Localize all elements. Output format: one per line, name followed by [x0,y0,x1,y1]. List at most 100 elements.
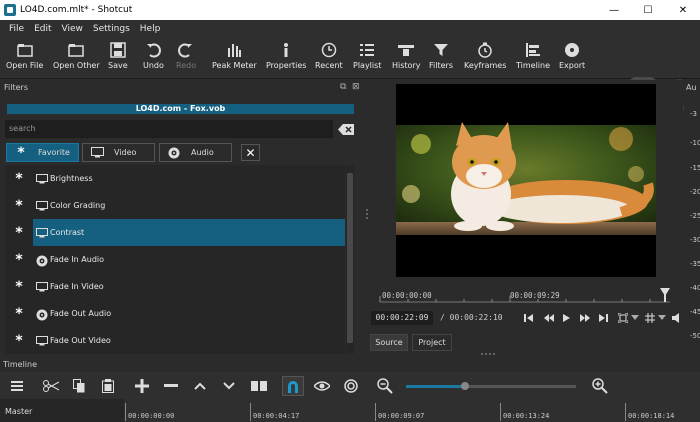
rewind-icon[interactable] [544,313,554,323]
tab-project[interactable]: Project [412,334,452,351]
star-icon[interactable]: * [5,252,33,268]
filter-search-input[interactable]: search [5,120,333,138]
menu-view[interactable]: View [57,24,88,34]
skip-to-start-icon[interactable] [524,313,534,323]
overwrite-icon[interactable] [218,376,240,396]
filters-icon [433,39,449,61]
undo-icon [145,39,162,61]
menu-help[interactable]: Help [135,24,166,34]
chevron-down-icon[interactable] [631,315,639,321]
star-icon[interactable]: * [5,333,33,349]
monitor-icon [36,281,48,292]
fast-forward-icon[interactable] [580,313,590,323]
video-preview[interactable] [396,84,656,277]
list-item[interactable]: * Fade Out Video [5,327,345,354]
panel-splitter[interactable] [365,80,369,354]
chevron-down-icon[interactable] [658,315,666,321]
ruler-label: 00:00:13:24 [503,412,550,420]
paste-icon[interactable] [97,376,119,396]
append-icon[interactable] [131,376,153,396]
redo-button[interactable]: Redo [176,39,196,77]
grid-icon[interactable] [645,313,655,323]
minimize-button[interactable]: — [597,0,631,20]
play-icon[interactable] [562,313,570,323]
timeline-zoom-slider[interactable] [406,382,576,390]
zoom-out-icon[interactable] [374,376,396,396]
save-button[interactable]: Save [108,39,128,77]
star-icon[interactable]: * [5,306,33,322]
ripple-icon[interactable] [340,376,362,396]
open-file-button[interactable]: Open File [6,39,43,77]
star-icon[interactable]: * [5,279,33,295]
zoom-in-icon[interactable] [589,376,611,396]
menu-settings[interactable]: Settings [88,24,135,34]
player-timecode-scale[interactable]: 00:00:00:00 00:00:09:29 [378,288,672,304]
lift-icon[interactable] [189,376,211,396]
playlist-button[interactable]: Playlist [353,39,381,77]
close-button[interactable]: ✕ [666,0,700,20]
menu-file[interactable]: File [4,24,29,34]
tab-video[interactable]: Video [82,143,155,162]
list-item[interactable]: * Fade In Video [5,273,345,300]
timeline-tracks: Master 00:00:00:00 00:00:04:17 00:00:09:… [0,399,700,422]
scrollbar-thumb[interactable] [347,173,353,343]
scale-mid-label: 00:00:09:29 [510,291,560,300]
audio-meter-title: Au [686,83,697,92]
list-item[interactable]: * Fade Out Audio [5,300,345,327]
keyframes-button[interactable]: Keyframes [464,39,506,77]
volume-icon[interactable] [672,313,682,323]
undo-button[interactable]: Undo [143,39,164,77]
star-icon: * [17,144,25,161]
timeline-button[interactable]: Timeline [516,39,550,77]
timeline-icon [525,39,541,61]
monitor-icon [36,173,48,184]
peak-meter-button[interactable]: Peak Meter [212,39,257,77]
filter-list-scrollbar[interactable] [346,165,354,354]
snap-magnet-icon[interactable] [282,376,304,396]
close-filter-button[interactable]: ✕ [241,144,260,161]
menu-edit[interactable]: Edit [29,24,56,34]
timeline-menu-icon[interactable] [6,376,28,396]
tab-favorite[interactable]: * Favorite [6,143,79,162]
list-item[interactable]: * Brightness [5,165,345,192]
filters-button[interactable]: Filters [429,39,453,77]
open-other-button[interactable]: Open Other [53,39,100,77]
speaker-icon [167,147,181,159]
filters-panel-title: Filters [4,83,28,92]
meter-tick: -40 [690,284,700,292]
copy-icon[interactable] [68,376,90,396]
ruler-label: 00:00:00:00 [128,412,175,420]
clear-search-icon[interactable] [338,124,354,135]
list-item[interactable]: * Fade In Audio [5,246,345,273]
timeline-ruler[interactable]: 00:00:00:00 00:00:04:17 00:00:09:07 00:0… [124,399,700,422]
zoom-slider-handle[interactable] [461,382,469,390]
master-track-label: Master [5,407,33,416]
close-panel-icon[interactable]: ⊠ [352,82,360,92]
split-icon[interactable] [248,376,270,396]
recent-button[interactable]: Recent [315,39,343,77]
ruler-label: 00:00:09:07 [378,412,425,420]
properties-button[interactable]: Properties [266,39,306,77]
current-time-field[interactable]: 00:00:22:09 [371,311,433,325]
splitter-grip-icon[interactable] [479,352,497,356]
list-item[interactable]: * Color Grading [5,192,345,219]
zoom-fit-icon[interactable] [618,313,628,323]
export-button[interactable]: Export [559,39,585,77]
star-icon[interactable]: * [5,171,33,187]
tab-source[interactable]: Source [370,334,408,351]
scrub-eye-icon[interactable] [311,376,333,396]
history-icon [397,39,415,61]
maximize-button[interactable]: ☐ [631,0,665,20]
float-panel-icon[interactable]: ⧉ [340,82,346,92]
list-item-selected[interactable]: * Contrast [5,219,345,246]
speaker-icon [36,309,48,320]
remove-icon[interactable] [160,376,182,396]
star-icon[interactable]: * [5,225,33,241]
history-button[interactable]: History [392,39,420,77]
filter-list: * Brightness * Color Grading * Contrast … [5,165,345,354]
cut-icon[interactable] [40,376,62,396]
star-icon[interactable]: * [5,198,33,214]
monitor-icon [90,147,104,159]
tab-audio[interactable]: Audio [159,143,232,162]
skip-to-end-icon[interactable] [598,313,608,323]
